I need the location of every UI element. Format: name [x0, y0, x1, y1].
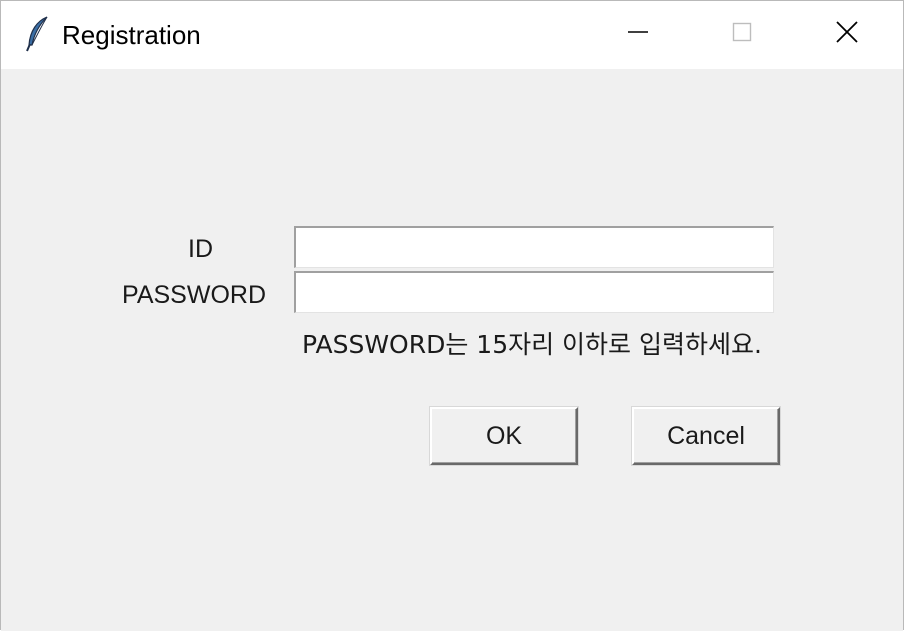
title-bar[interactable]: Registration [1, 1, 903, 69]
minimize-button[interactable] [586, 1, 690, 67]
maximize-button[interactable] [690, 1, 794, 67]
ok-button[interactable]: OK [430, 407, 578, 465]
id-label: ID [188, 235, 213, 263]
password-input[interactable] [294, 271, 774, 313]
registration-window: Registration ID PASSWORD PASSWORD는 15자리 … [0, 0, 904, 631]
feather-icon [25, 15, 51, 53]
cancel-button[interactable]: Cancel [632, 407, 780, 465]
dialog-body: ID PASSWORD PASSWORD는 15자리 이하로 입력하세요. OK… [1, 69, 903, 631]
close-button[interactable] [795, 1, 899, 67]
window-title: Registration [62, 20, 201, 50]
close-icon [834, 19, 860, 50]
password-hint: PASSWORD는 15자리 이하로 입력하세요. [302, 330, 762, 359]
minimize-icon [626, 20, 650, 49]
id-input[interactable] [294, 226, 774, 268]
password-label: PASSWORD [122, 281, 266, 309]
maximize-icon [730, 20, 754, 49]
